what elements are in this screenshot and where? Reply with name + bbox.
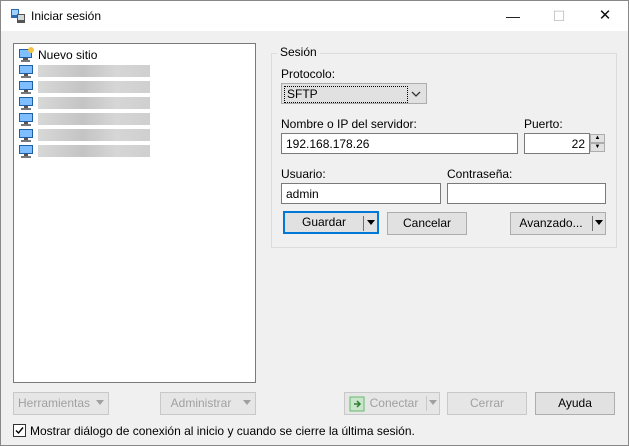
port-stepper[interactable]: ▲ ▼ (590, 134, 605, 153)
protocol-label: Protocolo: (281, 67, 336, 81)
winscp-app-icon (11, 9, 25, 23)
close-button[interactable]: ✕ (582, 1, 628, 31)
advanced-button[interactable]: Avanzado... (510, 212, 606, 235)
computer-icon (19, 113, 33, 126)
computer-icon (19, 145, 33, 158)
computer-icon (19, 129, 33, 142)
maximize-button[interactable]: ☐ (536, 1, 582, 31)
host-input[interactable] (281, 133, 518, 154)
chevron-down-icon (411, 91, 421, 97)
site-item-label: Nuevo sitio (38, 48, 98, 62)
tools-button[interactable]: Herramientas (13, 392, 109, 415)
connect-button-label: Conectar (369, 396, 419, 410)
show-dialog-label: Mostrar diálogo de conexión al inicio y … (30, 424, 415, 438)
save-dropdown-arrow-icon[interactable] (367, 220, 375, 225)
redacted-site-name (38, 129, 150, 141)
save-split-separator (363, 216, 364, 231)
connect-dropdown-arrow-icon (429, 400, 437, 405)
redacted-site-name (38, 65, 150, 77)
save-button[interactable]: Guardar (283, 211, 379, 234)
window-title: Iniciar sesión (31, 9, 102, 23)
password-label: Contraseña: (447, 167, 513, 181)
user-input[interactable] (281, 183, 441, 204)
computer-icon (19, 65, 33, 78)
port-up-arrow-icon[interactable]: ▲ (590, 134, 605, 143)
login-dialog: Iniciar sesión — ☐ ✕ Nuevo sitio Sesión … (0, 0, 629, 446)
port-input[interactable] (524, 133, 590, 154)
connect-split-separator (426, 396, 427, 411)
advanced-dropdown-arrow-icon[interactable] (595, 220, 603, 225)
tools-dropdown-arrow-icon (96, 400, 104, 405)
user-label: Usuario: (281, 167, 326, 181)
checkmark-icon (15, 427, 24, 435)
advanced-split-separator (592, 216, 593, 231)
port-label: Puerto: (524, 117, 563, 131)
help-button[interactable]: Ayuda (535, 392, 615, 415)
protocol-value: SFTP (284, 86, 408, 103)
site-tree[interactable]: Nuevo sitio (13, 43, 256, 383)
close-session-button[interactable]: Cerrar (447, 392, 527, 415)
minimize-button[interactable]: — (490, 1, 536, 31)
redacted-site-name (38, 97, 150, 109)
protocol-select[interactable]: SFTP (281, 83, 427, 104)
computer-icon (19, 97, 33, 110)
show-dialog-checkbox[interactable] (13, 424, 26, 437)
redacted-site-name (38, 113, 150, 125)
manage-button-label: Administrar (170, 396, 232, 410)
manage-dropdown-arrow-icon (243, 400, 251, 405)
redacted-site-name (38, 81, 150, 93)
password-input[interactable] (447, 183, 606, 204)
session-group-label: Sesión (277, 45, 320, 59)
manage-button[interactable]: Administrar (160, 392, 256, 415)
computer-icon (19, 81, 33, 94)
redacted-site-name (38, 145, 150, 157)
connect-button[interactable]: Conectar (344, 392, 440, 415)
port-down-arrow-icon[interactable]: ▼ (590, 143, 605, 152)
new-site-icon (19, 47, 34, 62)
host-label: Nombre o IP del servidor: (281, 117, 417, 131)
save-button-label: Guardar (301, 215, 347, 229)
cancel-button[interactable]: Cancelar (387, 212, 467, 235)
tools-button-label: Herramientas (17, 396, 91, 410)
advanced-button-label: Avanzado... (519, 216, 583, 230)
title-bar: Iniciar sesión — ☐ ✕ (1, 1, 628, 31)
